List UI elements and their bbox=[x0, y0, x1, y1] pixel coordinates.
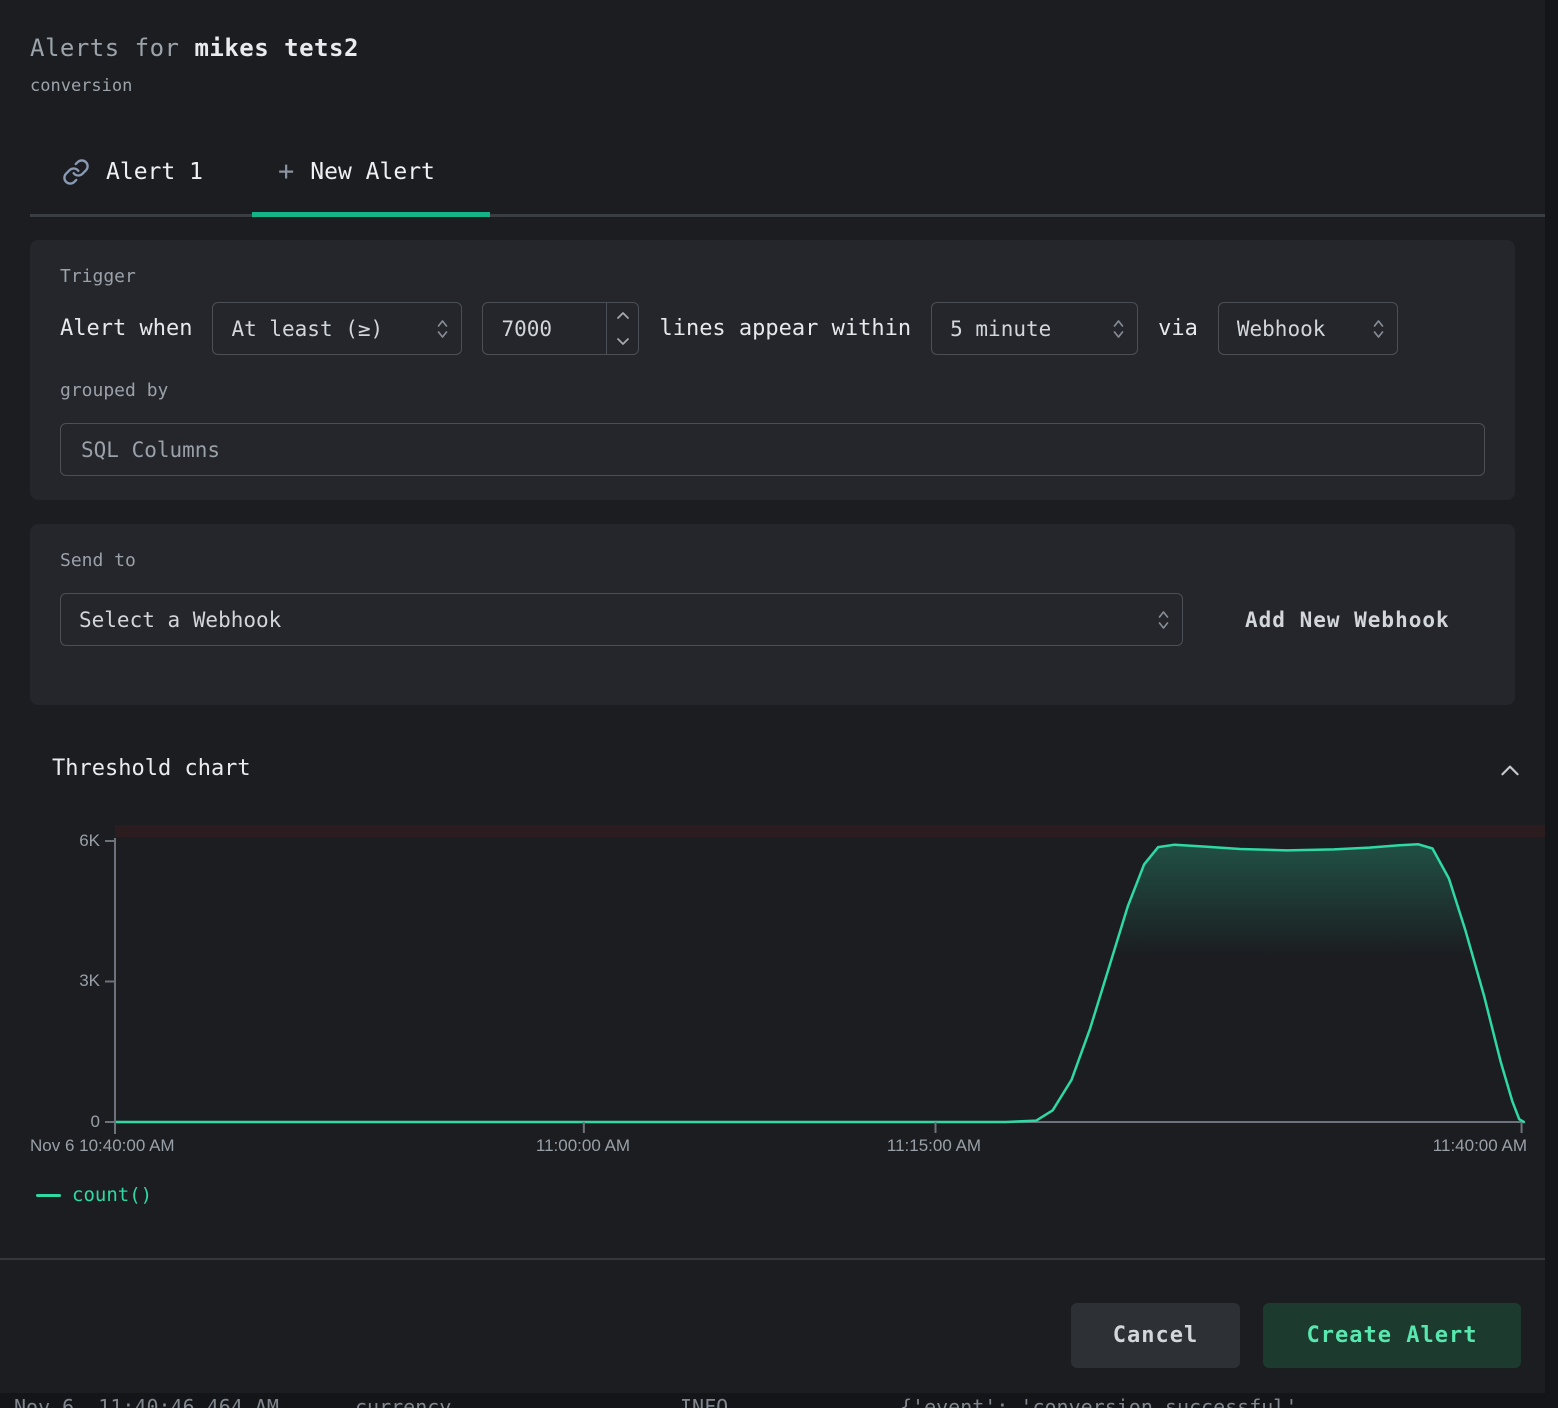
threshold-band bbox=[115, 825, 1545, 837]
log-timestamp: Nov 6, 11:40:46.464 AM bbox=[14, 1395, 279, 1408]
chevron-up-icon bbox=[616, 311, 630, 320]
spinner-up-button[interactable] bbox=[607, 303, 638, 329]
chevron-up-down-icon bbox=[1372, 318, 1385, 340]
channel-select-value: Webhook bbox=[1237, 317, 1326, 341]
tab-alert-1[interactable]: Alert 1 bbox=[62, 158, 203, 186]
log-message: {'event': 'conversion successful' bbox=[900, 1395, 1297, 1408]
y-axis-label-0: 0 bbox=[30, 1112, 100, 1132]
x-axis-label-1: Nov 6 10:40:00 AM bbox=[30, 1136, 175, 1156]
page-edge-strip bbox=[1545, 0, 1558, 1408]
background-log-row: Nov 6, 11:40:46.464 AM currency INFO {'e… bbox=[0, 1393, 1558, 1408]
webhook-select[interactable]: Select a Webhook bbox=[60, 593, 1183, 646]
time-window-select[interactable]: 5 minute bbox=[931, 302, 1138, 355]
threshold-line-chart bbox=[105, 820, 1545, 1135]
cancel-button[interactable]: Cancel bbox=[1071, 1303, 1240, 1368]
chevron-up-down-icon bbox=[436, 318, 449, 340]
comparison-select-value: At least (≥) bbox=[231, 317, 383, 341]
send-to-label: Send to bbox=[60, 550, 136, 571]
x-axis-label-2: 11:00:00 AM bbox=[536, 1136, 630, 1156]
dataset-name: mikes tets2 bbox=[194, 34, 358, 62]
page-title: Alerts for mikes tets2 bbox=[30, 34, 359, 62]
y-axis-label-6k: 6K bbox=[30, 831, 100, 851]
collapse-chart-button[interactable] bbox=[1494, 756, 1526, 786]
trigger-section-label: Trigger bbox=[60, 266, 136, 287]
tab-new-alert-label: New Alert bbox=[310, 159, 435, 185]
chevron-up-icon bbox=[1497, 758, 1523, 784]
plus-icon: + bbox=[278, 158, 294, 185]
create-alert-button[interactable]: Create Alert bbox=[1263, 1303, 1521, 1368]
active-tab-indicator bbox=[252, 212, 490, 217]
chevron-down-icon bbox=[616, 337, 630, 346]
log-service: currency bbox=[355, 1395, 451, 1408]
trigger-row: Alert when At least (≥) 7000 bbox=[60, 302, 1398, 355]
grouped-by-label: grouped by bbox=[60, 380, 168, 401]
series-color-dash bbox=[36, 1194, 61, 1197]
spinner-down-button[interactable] bbox=[607, 329, 638, 355]
group-by-input[interactable]: SQL Columns bbox=[60, 423, 1485, 476]
chevron-up-down-icon bbox=[1112, 318, 1125, 340]
threshold-number-input[interactable]: 7000 bbox=[482, 302, 639, 355]
threshold-chart-title: Threshold chart bbox=[52, 756, 251, 781]
alert-when-text: Alert when bbox=[60, 316, 192, 341]
chevron-up-down-icon bbox=[1157, 609, 1170, 631]
alert-editor-modal: Alerts for mikes tets2 conversion Alert … bbox=[0, 0, 1558, 1408]
page-title-prefix: Alerts for bbox=[30, 34, 194, 62]
y-axis-label-3k: 3K bbox=[30, 971, 100, 991]
tab-new-alert[interactable]: + New Alert bbox=[278, 158, 435, 185]
chart-legend: count() bbox=[36, 1184, 152, 1206]
dataset-subtitle: conversion bbox=[30, 76, 132, 96]
series-legend-label: count() bbox=[72, 1184, 152, 1206]
x-axis-label-4: 11:40:00 AM bbox=[1433, 1136, 1527, 1156]
tab-alert-1-label: Alert 1 bbox=[106, 159, 203, 185]
time-window-value: 5 minute bbox=[950, 317, 1051, 341]
lines-appear-text: lines appear within bbox=[659, 316, 911, 341]
x-axis-label-3: 11:15:00 AM bbox=[887, 1136, 981, 1156]
via-text: via bbox=[1158, 316, 1198, 341]
number-spinner bbox=[606, 303, 638, 354]
channel-select[interactable]: Webhook bbox=[1218, 302, 1398, 355]
footer-divider bbox=[0, 1258, 1545, 1260]
comparison-select[interactable]: At least (≥) bbox=[212, 302, 462, 355]
link-icon bbox=[62, 158, 90, 186]
trigger-panel: Trigger Alert when At least (≥) 7000 bbox=[30, 240, 1515, 500]
log-level: INFO bbox=[680, 1395, 728, 1408]
group-by-placeholder: SQL Columns bbox=[81, 438, 220, 462]
webhook-select-placeholder: Select a Webhook bbox=[79, 608, 281, 632]
send-to-panel: Send to Select a Webhook Add New Webhook bbox=[30, 524, 1515, 705]
add-new-webhook-button[interactable]: Add New Webhook bbox=[1245, 608, 1450, 632]
threshold-value: 7000 bbox=[483, 303, 606, 354]
